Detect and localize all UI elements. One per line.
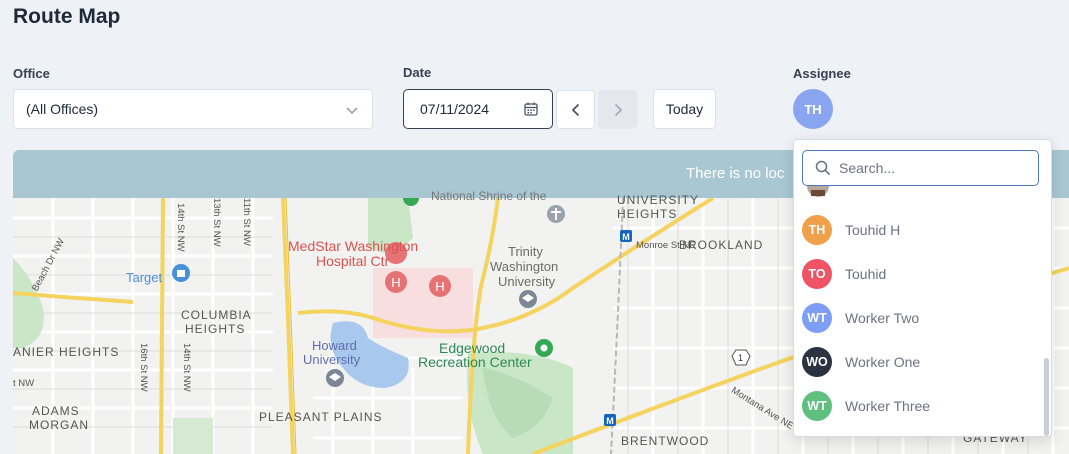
map-label-university-heights-2: HEIGHTS	[617, 207, 678, 221]
map-label-route-1: 1	[738, 353, 744, 363]
map-label-target: Target	[126, 270, 163, 285]
avatar: WT	[802, 303, 832, 333]
assignee-option-name: Worker Two	[845, 310, 920, 326]
date-label: Date	[403, 65, 432, 80]
avatar: TO	[802, 259, 832, 289]
map-label-11th-st: 11th St NW	[241, 198, 252, 246]
assignee-avatar[interactable]: TH	[793, 89, 833, 129]
map-label-14th-st-b: 14th St NW	[181, 343, 192, 392]
map-label-medstar-2: Hospital Ctr	[316, 253, 390, 269]
map-label-lanier-heights: ANIER HEIGHTS	[13, 345, 120, 359]
svg-text:M: M	[622, 232, 630, 242]
assignee-label: Assignee	[793, 66, 851, 81]
assignee-option-name: Worker One	[845, 354, 921, 370]
map-label-nw: t NW	[13, 378, 35, 389]
map-label-university-heights: UNIVERSITY	[617, 193, 700, 207]
map-label-howard: Howard	[312, 338, 357, 353]
date-input[interactable]: 07/11/2024	[403, 89, 553, 129]
map-label-16th-st: 16th St NW	[138, 343, 149, 392]
map-label-trinity-3: University	[498, 274, 556, 289]
assignee-option-name: Worker Three	[845, 398, 931, 414]
map-banner-text: There is no loc	[686, 165, 785, 182]
avatar: WO	[802, 347, 832, 377]
assignee-option-touhid[interactable]: TO Touhid	[802, 254, 1037, 294]
assignee-option-name: Touhid H	[845, 222, 901, 238]
map-label-13th-st: 13th St NW	[211, 198, 222, 247]
previous-day-button[interactable]	[556, 90, 595, 129]
assignee-option-touhid-h[interactable]: TH Touhid H	[802, 210, 1037, 250]
map-label-columbia-heights: COLUMBIA	[181, 308, 252, 322]
assignee-dropdown[interactable]: Search... TH Touhid H TO Touhid WT Worke…	[793, 139, 1052, 437]
map-label-medstar: MedStar Washington	[288, 238, 419, 254]
assignee-option-worker-two[interactable]: WT Worker Two	[802, 298, 1037, 338]
assignee-option-name: Touhid	[845, 266, 887, 282]
chevron-left-icon	[571, 103, 579, 116]
avatar	[807, 186, 829, 200]
map-label-edgewood-2: Recreation Center	[418, 354, 532, 370]
assignee-option-worker-three[interactable]: WT Worker Three	[802, 386, 1037, 426]
assignee-option-worker-one[interactable]: WO Worker One	[802, 342, 1037, 382]
map-label-monroe: Monroe St NE	[636, 240, 696, 251]
svg-text:H: H	[435, 279, 444, 294]
page-title: Route Map	[13, 5, 121, 28]
chevron-right-icon	[614, 103, 622, 116]
date-input-value: 07/11/2024	[420, 101, 490, 117]
office-select-value: (All Offices)	[26, 101, 99, 117]
chevron-down-icon	[346, 107, 358, 115]
map-label-trinity: Trinity	[508, 244, 543, 259]
office-label: Office	[13, 66, 50, 81]
map-label-brentwood: BRENTWOOD	[621, 434, 710, 448]
svg-text:M: M	[606, 416, 614, 426]
office-select[interactable]: (All Offices)	[13, 89, 373, 129]
shopping-icon	[172, 264, 190, 282]
assignee-search-placeholder: Search...	[839, 160, 896, 176]
map-label-adams-morgan: ADAMS	[32, 404, 80, 418]
next-day-button[interactable]	[598, 90, 637, 129]
assignee-search-input[interactable]: Search...	[802, 150, 1039, 186]
map-label-pleasant-plains: PLEASANT PLAINS	[259, 410, 383, 424]
today-button[interactable]: Today	[653, 89, 716, 129]
map-label-howard-2: University	[303, 352, 361, 367]
map-label-columbia-heights-2: HEIGHTS	[185, 322, 246, 336]
map-label-adams-morgan-2: MORGAN	[29, 418, 89, 432]
search-icon	[815, 160, 831, 176]
dropdown-scrollbar[interactable]	[1044, 358, 1049, 436]
calendar-icon[interactable]	[523, 101, 539, 117]
map-label-trinity-2: Washington	[490, 259, 559, 274]
map-label-national-shrine: National Shrine of the	[431, 189, 547, 203]
avatar: WT	[802, 391, 832, 421]
map-label-14th-st: 14th St NW	[175, 203, 186, 252]
avatar: TH	[802, 215, 832, 245]
svg-text:H: H	[391, 275, 400, 290]
